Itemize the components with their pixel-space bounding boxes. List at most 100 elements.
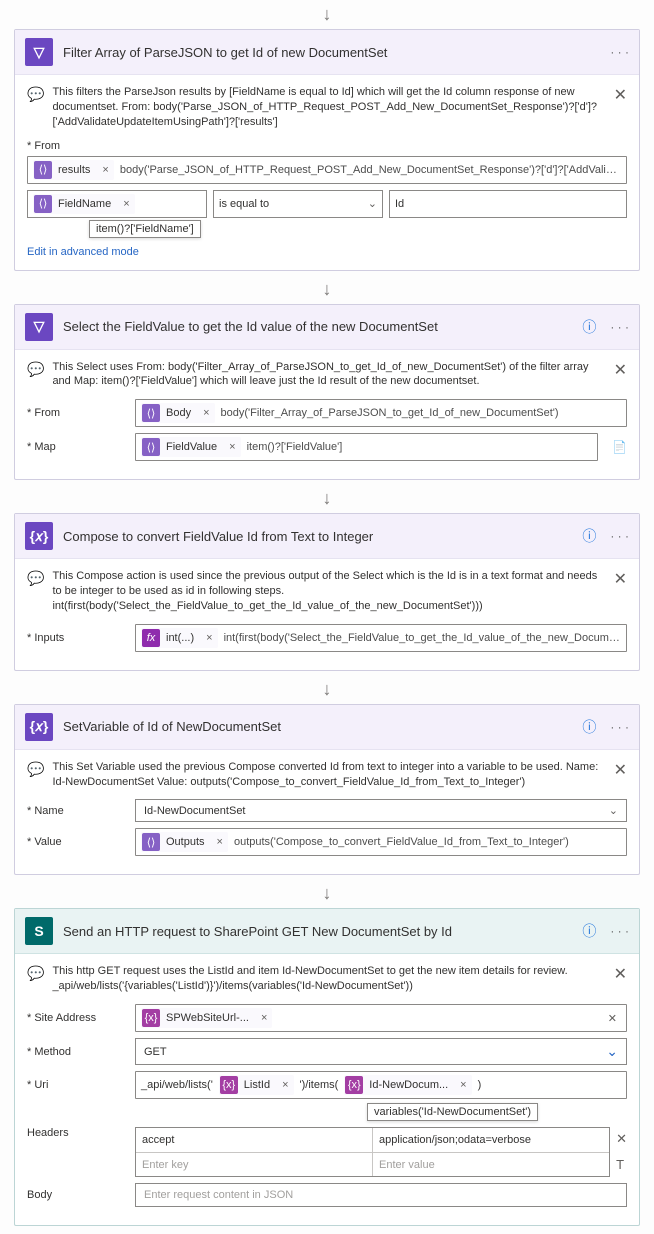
token-label: ListId	[242, 1079, 274, 1091]
name-select[interactable]: Id-NewDocumentSet ⌄	[135, 799, 627, 822]
close-icon[interactable]: ✕	[614, 760, 627, 780]
help-icon[interactable]: ⓘ	[582, 921, 596, 941]
chevron-down-icon: ⌄	[368, 197, 377, 210]
action-set-variable: {𝑥} SetVariable of Id of NewDocumentSet …	[14, 704, 640, 876]
token-remove-icon[interactable]: ×	[456, 1079, 470, 1091]
header-value-input[interactable]: Enter value	[373, 1152, 609, 1176]
from-input[interactable]: ⟨⟩ results × body('Parse_JSON_of_HTTP_Re…	[27, 156, 627, 184]
card-title: Send an HTTP request to SharePoint GET N…	[63, 924, 582, 939]
token-fieldname[interactable]: ⟨⟩ FieldName ×	[33, 194, 135, 214]
action-select: ▽ Select the FieldValue to get the Id va…	[14, 304, 640, 481]
uri-text: )	[478, 1079, 482, 1091]
more-icon[interactable]: · · ·	[610, 45, 629, 59]
token-remove-icon[interactable]: ×	[199, 407, 213, 419]
uri-input[interactable]: _api/web/lists(' {x} ListId × ')/items( …	[135, 1071, 627, 1099]
token-remove-icon[interactable]: ×	[257, 1012, 271, 1024]
header-key[interactable]: accept	[136, 1128, 372, 1152]
dynamic-content-icon: ⟨⟩	[142, 833, 160, 851]
comment-icon: 💬	[27, 86, 44, 103]
token-listid[interactable]: {x} ListId ×	[219, 1075, 294, 1095]
from-expression: body('Parse_JSON_of_HTTP_Request_POST_Ad…	[120, 164, 621, 176]
site-address-input[interactable]: {x} SPWebSiteUrl-... × ✕	[135, 1004, 627, 1032]
condition-right[interactable]: Id	[389, 190, 627, 218]
close-icon[interactable]: ✕	[614, 360, 627, 380]
method-value: GET	[144, 1046, 167, 1058]
condition-row: ⟨⟩ FieldName × is equal to ⌄ Id	[27, 190, 627, 218]
variable-icon: {𝑥}	[25, 713, 53, 741]
advanced-mode-link[interactable]: Edit in advanced mode	[27, 246, 139, 258]
card-title: SetVariable of Id of NewDocumentSet	[63, 719, 582, 734]
map-input[interactable]: ⟨⟩ FieldValue × item()?['FieldValue']	[135, 433, 598, 461]
comment-icon: 💬	[27, 570, 44, 587]
method-select[interactable]: GET ⌄	[135, 1038, 627, 1065]
token-expression[interactable]: fx int(...) ×	[141, 628, 218, 648]
fx-icon: fx	[142, 629, 160, 647]
help-icon[interactable]: ⓘ	[582, 717, 596, 737]
uri-label: Uri	[27, 1079, 127, 1091]
card-header[interactable]: {𝑥} Compose to convert FieldValue Id fro…	[15, 514, 639, 559]
inputs-label: Inputs	[27, 632, 127, 644]
value-input[interactable]: ⟨⟩ Outputs × outputs('Compose_to_convert…	[135, 828, 627, 856]
card-title: Compose to convert FieldValue Id from Te…	[63, 529, 582, 544]
switch-text-mode-icon[interactable]: T	[616, 1157, 627, 1172]
token-remove-icon[interactable]: ×	[213, 836, 227, 848]
card-header[interactable]: S Send an HTTP request to SharePoint GET…	[15, 909, 639, 954]
more-icon[interactable]: · · ·	[610, 529, 629, 543]
token-id-newdocumentset[interactable]: {x} Id-NewDocum... ×	[344, 1075, 471, 1095]
inputs-input[interactable]: fx int(...) × int(first(body('Select_the…	[135, 624, 627, 652]
comment-icon: 💬	[27, 965, 44, 982]
variable-icon: {x}	[220, 1076, 238, 1094]
from-input[interactable]: ⟨⟩ Body × body('Filter_Array_of_ParseJSO…	[135, 399, 627, 427]
flow-arrow: ↓	[0, 488, 654, 509]
card-header[interactable]: ▽ Filter Array of ParseJSON to get Id of…	[15, 30, 639, 75]
header-key-input[interactable]: Enter key	[136, 1152, 372, 1176]
comment-text: This Select uses From: body('Filter_Arra…	[52, 360, 605, 390]
token-body[interactable]: ⟨⟩ Body ×	[141, 403, 215, 423]
clear-icon[interactable]: ✕	[604, 1012, 621, 1025]
more-icon[interactable]: · · ·	[610, 320, 629, 334]
action-compose: {𝑥} Compose to convert FieldValue Id fro…	[14, 513, 640, 671]
more-icon[interactable]: · · ·	[610, 720, 629, 734]
close-icon[interactable]: ✕	[614, 569, 627, 589]
token-results[interactable]: ⟨⟩ results ×	[33, 160, 114, 180]
more-icon[interactable]: · · ·	[610, 924, 629, 938]
condition-operator[interactable]: is equal to ⌄	[213, 190, 383, 218]
help-icon[interactable]: ⓘ	[582, 526, 596, 546]
switch-mode-icon[interactable]: 📄	[612, 440, 627, 454]
from-expression: body('Filter_Array_of_ParseJSON_to_get_I…	[221, 407, 559, 419]
card-header[interactable]: ▽ Select the FieldValue to get the Id va…	[15, 305, 639, 350]
close-icon[interactable]: ✕	[614, 964, 627, 984]
card-header[interactable]: {𝑥} SetVariable of Id of NewDocumentSet …	[15, 705, 639, 750]
token-outputs[interactable]: ⟨⟩ Outputs ×	[141, 832, 228, 852]
from-label: From	[27, 140, 127, 152]
help-icon[interactable]: ⓘ	[582, 317, 596, 337]
header-value[interactable]: application/json;odata=verbose	[373, 1128, 609, 1152]
delete-row-icon[interactable]: ✕	[616, 1131, 627, 1147]
token-fieldvalue[interactable]: ⟨⟩ FieldValue ×	[141, 437, 241, 457]
token-remove-icon[interactable]: ×	[202, 632, 216, 644]
body-input[interactable]: Enter request content in JSON	[135, 1183, 627, 1207]
token-remove-icon[interactable]: ×	[119, 198, 133, 210]
token-remove-icon[interactable]: ×	[225, 441, 239, 453]
sharepoint-icon: S	[25, 917, 53, 945]
token-remove-icon[interactable]: ×	[278, 1079, 292, 1091]
token-remove-icon[interactable]: ×	[98, 164, 112, 176]
uri-text: _api/web/lists('	[141, 1079, 213, 1091]
token-spwebsiteurl[interactable]: {x} SPWebSiteUrl-... ×	[141, 1008, 272, 1028]
map-expression: item()?['FieldValue']	[247, 441, 343, 453]
chevron-down-icon: ⌄	[609, 804, 618, 817]
flow-arrow: ↓	[0, 883, 654, 904]
token-label: int(...)	[164, 632, 198, 644]
comment-text: This http GET request uses the ListId an…	[52, 964, 605, 994]
filter-icon: ▽	[25, 38, 53, 66]
from-label: From	[27, 407, 127, 419]
site-address-label: Site Address	[27, 1012, 127, 1024]
value-label: Value	[27, 836, 127, 848]
token-label: FieldName	[56, 198, 115, 210]
comment-text: This filters the ParseJson results by [F…	[52, 85, 605, 130]
condition-left[interactable]: ⟨⟩ FieldName ×	[27, 190, 207, 218]
variable-icon: {x}	[345, 1076, 363, 1094]
headers-table: accept Enter key application/json;odata=…	[135, 1127, 610, 1177]
close-icon[interactable]: ✕	[614, 85, 627, 105]
variable-icon: {x}	[142, 1009, 160, 1027]
